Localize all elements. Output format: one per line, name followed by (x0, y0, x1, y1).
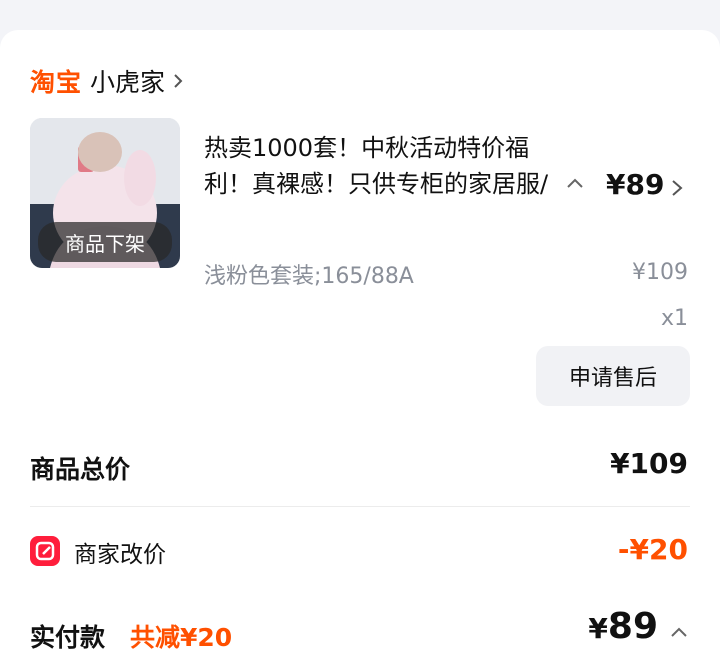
top-background (0, 0, 720, 30)
chevron-up-icon[interactable] (670, 626, 688, 638)
chevron-right-icon[interactable] (670, 180, 684, 196)
chevron-up-icon[interactable] (566, 176, 584, 190)
product-thumbnail[interactable]: 商品下架 (30, 118, 180, 268)
edit-price-icon (30, 536, 60, 566)
shop-name[interactable]: 小虎家 (90, 63, 165, 99)
after-sale-button[interactable]: 申请售后 (536, 346, 690, 406)
shop-header[interactable]: 淘宝 小虎家 (30, 63, 185, 99)
merchant-price-change-label: 商家改价 (74, 542, 166, 568)
divider (30, 506, 690, 507)
goods-total-label: 商品总价 (30, 455, 131, 484)
goods-total-value: ¥109 (610, 447, 688, 480)
merchant-price-change-value: -¥20 (617, 533, 688, 566)
quantity: x1 (660, 306, 688, 331)
paid-label: 实付款 (30, 623, 106, 652)
platform-logo: 淘宝 (30, 68, 83, 97)
order-card: 淘宝 小虎家 商品下架 热卖1000套！中秋活动特价福利！真裸感！只供专柜的家居… (0, 30, 720, 667)
chevron-right-icon (174, 74, 183, 88)
product-title[interactable]: 热卖1000套！中秋活动特价福利！真裸感！只供专柜的家居服/ (204, 130, 560, 202)
delisted-badge: 商品下架 (38, 222, 172, 262)
paid-amount: ¥89 (588, 606, 658, 647)
saved-amount: 共减¥20 (130, 623, 233, 652)
product-price: ¥89 (606, 168, 665, 201)
original-price: ¥109 (632, 260, 688, 285)
paid-amount-number: 89 (607, 606, 658, 647)
sku-spec: 浅粉色套装;165/88A (204, 264, 414, 289)
currency-symbol: ¥ (588, 612, 608, 645)
